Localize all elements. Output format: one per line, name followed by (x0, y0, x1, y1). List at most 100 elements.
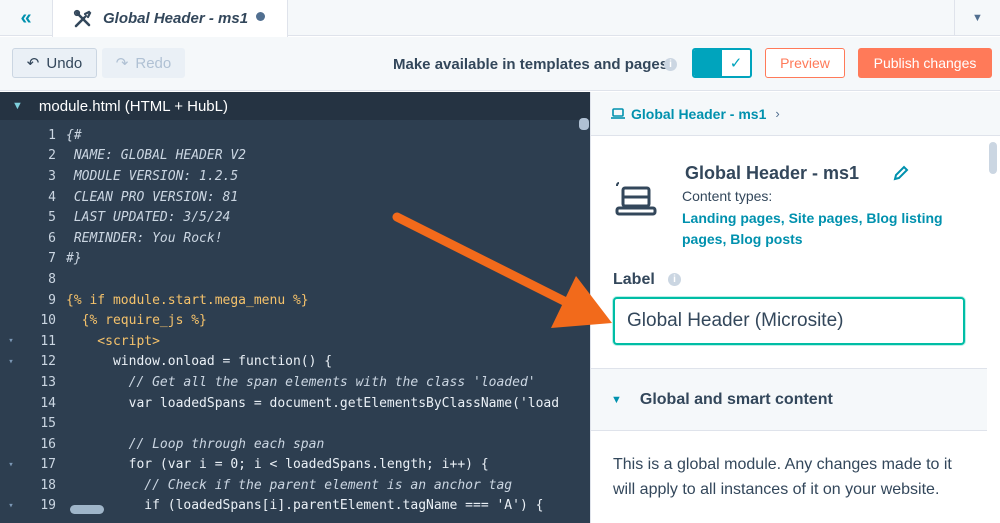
redo-icon: ↷ (115, 55, 129, 72)
line-number: 13 (40, 374, 56, 390)
label-info-icon[interactable]: i (668, 273, 681, 286)
code-text[interactable]: {% if module.start.mega_menu %} (66, 293, 309, 308)
breadcrumb[interactable]: Global Header - ms1 › (591, 92, 1000, 136)
availability-label: Make available in templates and pages (393, 56, 669, 73)
line-number: 4 (48, 189, 56, 205)
fold-toggle-icon[interactable]: ▾ (0, 501, 22, 511)
code-text[interactable]: MODULE VERSION: 1.2.5 (66, 169, 238, 184)
tab-title: Global Header - ms1 (103, 10, 249, 27)
line-number: 9 (48, 292, 56, 308)
module-title: Global Header - ms1 (685, 163, 860, 183)
tab-bar: « Global Header - ms1 ▼ (0, 0, 1000, 37)
code-text[interactable]: {# (66, 128, 82, 143)
content-types-label: Content types: (682, 188, 773, 204)
code-text[interactable]: CLEAN PRO VERSION: 81 (66, 190, 238, 205)
chevron-down-icon: ▼ (611, 393, 622, 406)
code-line[interactable]: ▾ 17 for (var i = 0; i < loadedSpans.leng… (0, 455, 590, 476)
code-line[interactable]: 1 {# (0, 125, 590, 146)
pencil-icon[interactable] (893, 165, 909, 181)
undo-button[interactable]: ↶ Undo (12, 48, 97, 78)
undo-icon: ↶ (26, 55, 40, 72)
code-text[interactable]: // Get all the span elements with the cl… (66, 375, 536, 390)
code-text[interactable]: REMINDER: You Rock! (66, 231, 223, 246)
code-line[interactable]: 8 (0, 269, 590, 290)
code-text[interactable]: <script> (66, 334, 160, 349)
code-line[interactable]: 3 MODULE VERSION: 1.2.5 (0, 166, 590, 187)
line-number: 14 (40, 395, 56, 411)
tab-global-header[interactable]: Global Header - ms1 (52, 0, 288, 37)
code-text[interactable]: // Check if the parent element is an anc… (66, 478, 512, 493)
editor-horizontal-scrollbar[interactable] (70, 505, 104, 514)
redo-button[interactable]: ↷ Redo (102, 48, 185, 78)
checkmark-icon: ✓ (722, 50, 750, 76)
label-input[interactable]: Global Header (Microsite) (613, 297, 965, 345)
double-chevron-left-icon: « (20, 6, 32, 29)
panel-scrollbar[interactable] (989, 142, 997, 174)
line-number: 1 (48, 127, 56, 143)
line-number: 3 (48, 168, 56, 184)
line-number: 12 (40, 354, 56, 370)
toolbar: ↶ Undo ↷ Redo Make available in template… (0, 37, 1000, 91)
code-text[interactable]: {% require_js %} (66, 313, 207, 328)
code-text[interactable]: if (loadedSpans[i].parentElement.tagName… (66, 498, 543, 513)
code-editor[interactable]: ▼ module.html (HTML + HubL) 1 {# 2 NAME: G… (0, 92, 590, 523)
redo-label: Redo (135, 54, 172, 72)
code-text[interactable]: NAME: GLOBAL HEADER V2 (66, 148, 246, 163)
line-number: 2 (48, 148, 56, 164)
global-smart-content-section[interactable]: ▼ Global and smart content (591, 368, 987, 431)
line-number: 11 (40, 333, 56, 349)
line-number: 17 (40, 457, 56, 473)
code-line[interactable]: 2 NAME: GLOBAL HEADER V2 (0, 146, 590, 167)
code-line[interactable]: 14 var loadedSpans = document.getElement… (0, 393, 590, 414)
code-text[interactable]: window.onload = function() { (66, 354, 332, 369)
editor-filename: module.html (HTML + HubL) (38, 97, 228, 115)
fold-toggle-icon[interactable]: ▾ (0, 357, 22, 367)
line-number: 8 (48, 271, 56, 287)
module-hat-icon (615, 182, 657, 216)
code-text[interactable]: LAST UPDATED: 3/5/24 (66, 210, 231, 225)
code-line[interactable]: 9 {% if module.start.mega_menu %} (0, 290, 590, 311)
line-number: 15 (40, 416, 56, 432)
code-line[interactable]: 7 #} (0, 249, 590, 270)
code-line[interactable]: ▾ 12 window.onload = function() { (0, 352, 590, 373)
unsaved-indicator-icon (256, 12, 265, 21)
line-number: 7 (48, 251, 56, 267)
info-icon[interactable]: i (664, 58, 677, 71)
code-text[interactable]: var loadedSpans = document.getElementsBy… (66, 396, 559, 411)
code-line[interactable]: 10 {% require_js %} (0, 310, 590, 331)
code-line[interactable]: 16 // Loop through each span (0, 434, 590, 455)
chevron-right-icon: › (775, 106, 780, 121)
fold-toggle-icon[interactable]: ▾ (0, 336, 22, 346)
code-text[interactable]: // Loop through each span (66, 437, 325, 452)
section-title: Global and smart content (639, 390, 833, 408)
code-line[interactable]: ▾ 11 <script> (0, 331, 590, 352)
editor-header[interactable]: ▼ module.html (HTML + HubL) (0, 92, 590, 120)
tools-icon (73, 9, 92, 27)
breadcrumb-label: Global Header - ms1 (631, 105, 767, 122)
label-field-title: Label (613, 271, 655, 288)
code-text[interactable]: #} (66, 251, 82, 266)
fold-toggle-icon[interactable]: ▾ (0, 460, 22, 470)
editor-vertical-scrollbar[interactable] (579, 118, 589, 130)
publish-changes-button[interactable]: Publish changes (858, 48, 992, 78)
code-line[interactable]: 6 REMINDER: You Rock! (0, 228, 590, 249)
chevron-down-icon: ▼ (12, 100, 23, 112)
collapse-sidebar-button[interactable]: « (0, 0, 52, 36)
line-number: 19 (40, 498, 56, 514)
tab-menu-button[interactable]: ▼ (954, 0, 1000, 36)
code-lines[interactable]: 1 {# 2 NAME: GLOBAL HEADER V2 3 MODULE VERS… (0, 120, 590, 516)
line-number: 6 (48, 230, 56, 246)
module-settings-panel: Global Header - ms1 › Global Header - ms… (590, 92, 1000, 523)
content-types-links[interactable]: Landing pages, Site pages, Blog listing … (682, 208, 982, 250)
line-number: 18 (40, 477, 56, 493)
code-text[interactable]: for (var i = 0; i < loadedSpans.length; … (66, 457, 489, 472)
code-line[interactable]: 15 (0, 413, 590, 434)
line-number: 5 (48, 210, 56, 226)
availability-toggle[interactable]: ✓ (692, 48, 752, 78)
code-line[interactable]: 4 CLEAN PRO VERSION: 81 (0, 187, 590, 208)
preview-button[interactable]: Preview (765, 48, 845, 78)
code-line[interactable]: 13 // Get all the span elements with the… (0, 372, 590, 393)
undo-label: Undo (46, 54, 83, 72)
code-line[interactable]: 5 LAST UPDATED: 3/5/24 (0, 207, 590, 228)
code-line[interactable]: 18 // Check if the parent element is an … (0, 475, 590, 496)
